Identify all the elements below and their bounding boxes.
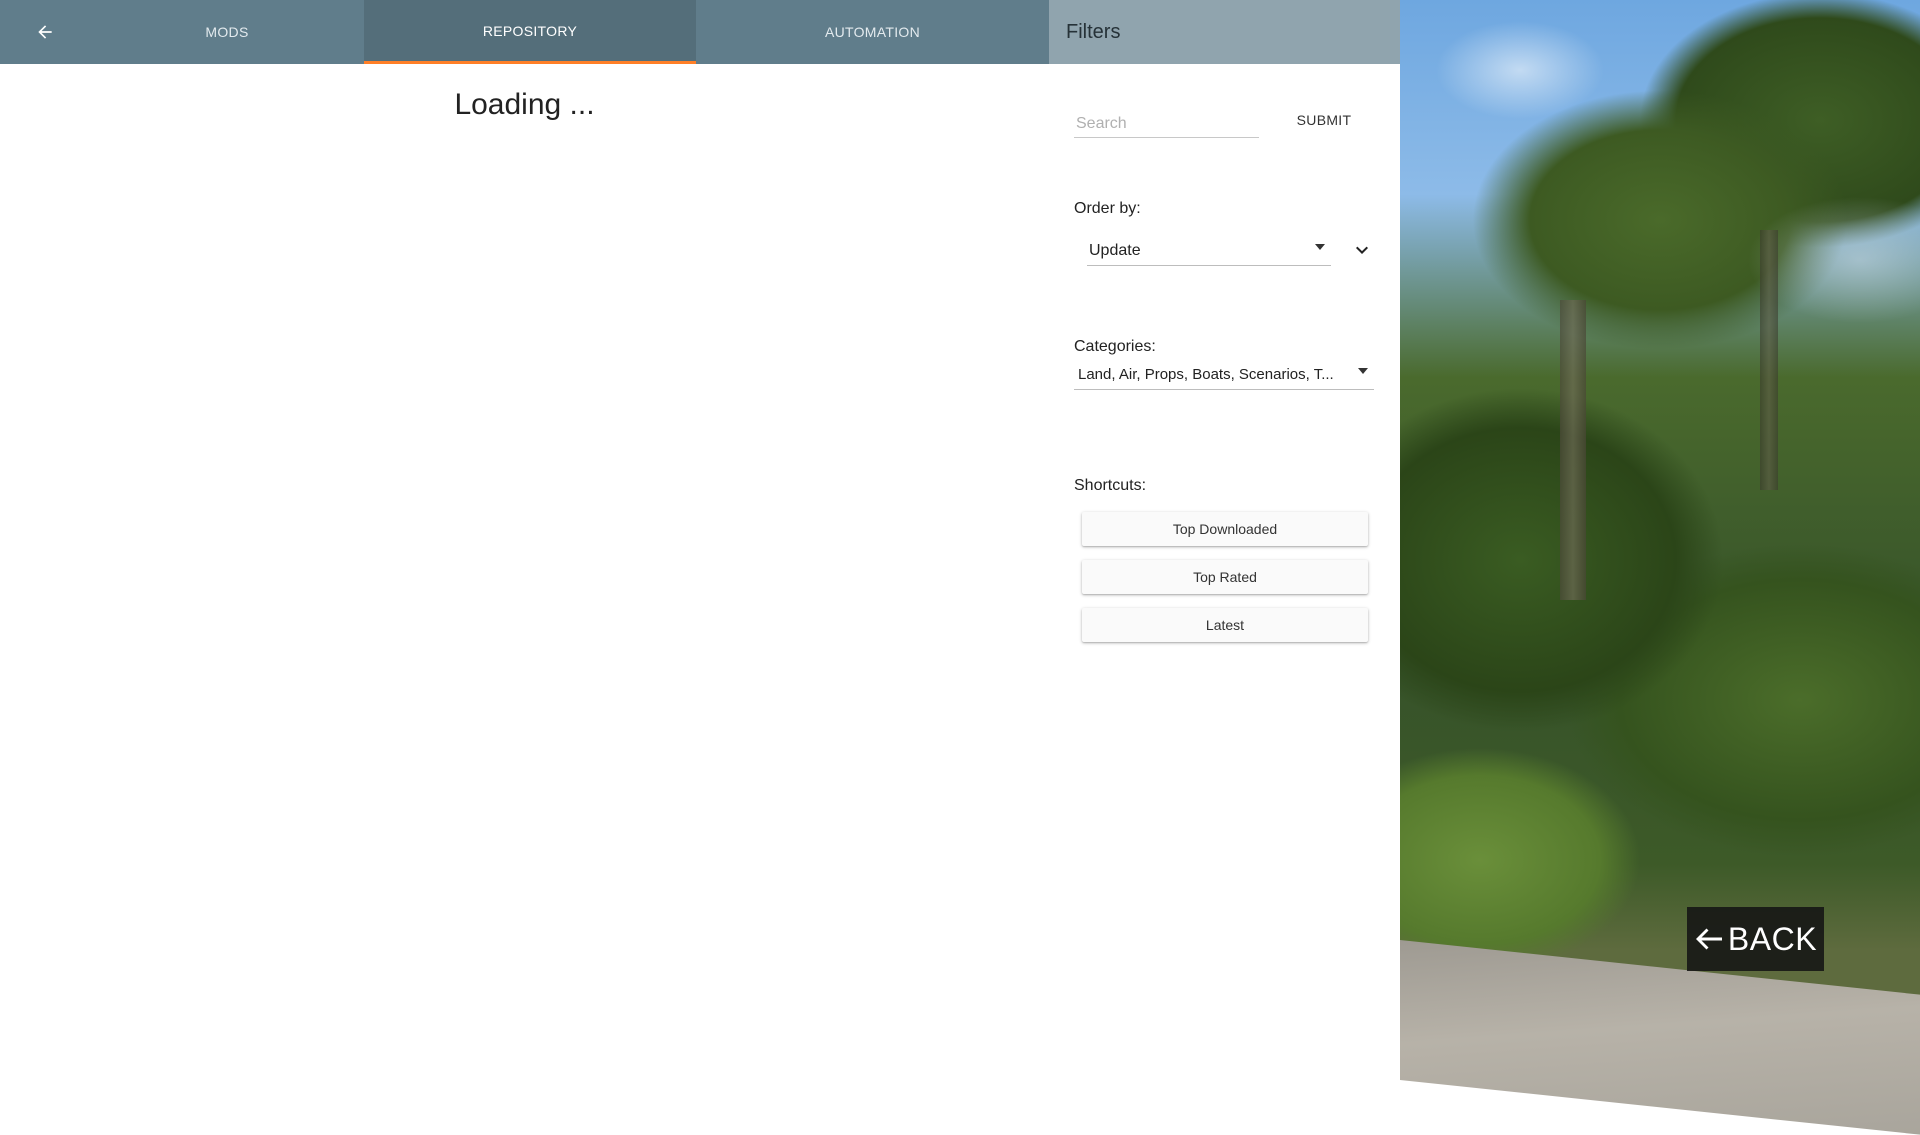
filters-sidebar: SUBMIT Order by: Update Categories: Land… xyxy=(1049,64,1400,1080)
shortcuts-label: Shortcuts: xyxy=(1074,477,1147,494)
arrow-left-icon xyxy=(1695,928,1722,950)
caret-down-icon xyxy=(1358,368,1368,374)
search-input[interactable] xyxy=(1074,110,1259,138)
order-by-label: Order by: xyxy=(1074,200,1141,217)
order-by-value: Update xyxy=(1089,242,1141,259)
back-arrow-button[interactable] xyxy=(0,0,90,64)
tree-trunk xyxy=(1760,230,1778,490)
tab-automation[interactable]: AUTOMATION xyxy=(696,0,1049,64)
tab-bar: MODS REPOSITORY AUTOMATION xyxy=(0,0,1049,64)
tree-trunk xyxy=(1560,300,1586,600)
loading-status: Loading ... xyxy=(454,88,595,121)
repository-panel: MODS REPOSITORY AUTOMATION Filters Loadi… xyxy=(0,0,1400,1080)
caret-down-icon xyxy=(1315,244,1325,250)
game-background-scene xyxy=(1400,0,1920,1080)
shortcut-top-downloaded-button[interactable]: Top Downloaded xyxy=(1082,512,1368,546)
back-button[interactable]: BACK xyxy=(1687,907,1824,971)
back-button-label: BACK xyxy=(1727,920,1818,957)
tab-repository[interactable]: REPOSITORY xyxy=(364,0,696,64)
tab-mods[interactable]: MODS xyxy=(90,0,364,64)
submit-button[interactable]: SUBMIT xyxy=(1279,100,1369,140)
chevron-down-icon[interactable] xyxy=(1350,238,1374,262)
shortcut-latest-button[interactable]: Latest xyxy=(1082,608,1368,642)
shortcut-top-rated-button[interactable]: Top Rated xyxy=(1082,560,1368,594)
categories-label: Categories: xyxy=(1074,338,1156,355)
categories-select[interactable]: Land, Air, Props, Boats, Scenarios, T... xyxy=(1074,360,1374,390)
filters-title: Filters xyxy=(1049,0,1400,64)
order-by-select[interactable]: Update xyxy=(1087,236,1331,266)
arrow-left-icon xyxy=(38,25,52,39)
categories-value: Land, Air, Props, Boats, Scenarios, T... xyxy=(1078,366,1334,383)
